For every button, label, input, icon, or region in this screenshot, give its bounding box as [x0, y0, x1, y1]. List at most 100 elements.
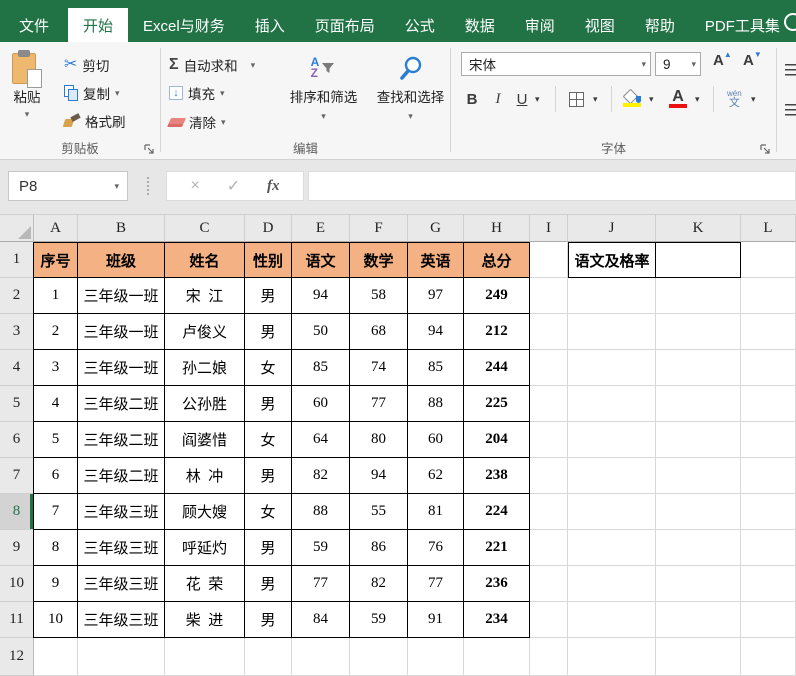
cell-B11[interactable]: 三年级三班 [78, 602, 165, 638]
cell-L1[interactable] [741, 242, 796, 278]
cell-L5[interactable] [741, 386, 796, 422]
name-box[interactable]: P8 ▾ [8, 171, 128, 201]
cell-D4[interactable]: 女 [245, 350, 292, 386]
cell-C7[interactable]: 林 冲 [165, 458, 245, 494]
phonetic-guide-button[interactable]: wén 文 [727, 86, 742, 112]
cell-J6[interactable] [568, 422, 656, 458]
cell-K7[interactable] [656, 458, 741, 494]
ribbon-tab-审阅[interactable]: 审阅 [510, 8, 570, 42]
ribbon-tab-Excel与财务[interactable]: Excel与财务 [128, 8, 240, 42]
column-header-E[interactable]: E [292, 215, 350, 242]
cell-E2[interactable]: 94 [292, 278, 350, 314]
sort-filter-dropdown-arrow[interactable]: ▾ [321, 112, 326, 121]
cell-L7[interactable] [741, 458, 796, 494]
cell-C6[interactable]: 阎婆惜 [165, 422, 245, 458]
cell-I1[interactable] [530, 242, 568, 278]
cell-F3[interactable]: 68 [350, 314, 408, 350]
cell-F9[interactable]: 86 [350, 530, 408, 566]
clear-button[interactable]: 清除 ▾ [169, 112, 226, 132]
cell-B8[interactable]: 三年级三班 [78, 494, 165, 530]
paste-dropdown-arrow[interactable]: ▾ [25, 110, 30, 119]
ribbon-tab-帮助[interactable]: 帮助 [630, 8, 690, 42]
clipboard-dialog-launcher[interactable] [144, 144, 155, 155]
cell-D3[interactable]: 男 [245, 314, 292, 350]
cell-I3[interactable] [530, 314, 568, 350]
cell-D6[interactable]: 女 [245, 422, 292, 458]
cell-J9[interactable] [568, 530, 656, 566]
cell-J10[interactable] [568, 566, 656, 602]
cell-L10[interactable] [741, 566, 796, 602]
cell-B5[interactable]: 三年级二班 [78, 386, 165, 422]
cell-H12[interactable] [464, 638, 530, 676]
cell-E5[interactable]: 60 [292, 386, 350, 422]
cell-A6[interactable]: 5 [33, 422, 78, 458]
cell-H1[interactable]: 总分 [464, 242, 530, 278]
font-color-button[interactable]: A [669, 86, 687, 112]
cell-B4[interactable]: 三年级一班 [78, 350, 165, 386]
row-header-9[interactable]: 9 [0, 530, 34, 566]
cell-I11[interactable] [530, 602, 568, 638]
cell-I9[interactable] [530, 530, 568, 566]
cell-G4[interactable]: 85 [408, 350, 464, 386]
insert-function-icon[interactable]: fx [267, 178, 280, 195]
format-painter-button[interactable]: 格式刷 [64, 111, 126, 131]
autosum-button[interactable]: Σ 自动求和 ▾ [169, 55, 255, 75]
cell-C3[interactable]: 卢俊义 [165, 314, 245, 350]
cell-K9[interactable] [656, 530, 741, 566]
cell-I10[interactable] [530, 566, 568, 602]
font-dialog-launcher[interactable] [760, 144, 771, 155]
cell-J2[interactable] [568, 278, 656, 314]
cell-K11[interactable] [656, 602, 741, 638]
cell-H3[interactable]: 212 [464, 314, 530, 350]
cancel-icon[interactable]: × [190, 177, 199, 195]
paste-button[interactable]: 粘贴 ▾ [12, 50, 42, 119]
cell-B3[interactable]: 三年级一班 [78, 314, 165, 350]
cell-J11[interactable] [568, 602, 656, 638]
borders-button[interactable] [569, 86, 584, 112]
cell-A9[interactable]: 8 [33, 530, 78, 566]
find-select-dropdown-arrow[interactable]: ▾ [408, 112, 413, 121]
cell-C4[interactable]: 孙二娘 [165, 350, 245, 386]
cell-D12[interactable] [245, 638, 292, 676]
cell-B7[interactable]: 三年级二班 [78, 458, 165, 494]
cell-G2[interactable]: 97 [408, 278, 464, 314]
cell-G12[interactable] [408, 638, 464, 676]
cell-C9[interactable]: 呼延灼 [165, 530, 245, 566]
ribbon-tab-插入[interactable]: 插入 [240, 8, 300, 42]
row-header-4[interactable]: 4 [0, 350, 34, 386]
underline-dropdown-arrow[interactable]: ▾ [535, 86, 540, 112]
name-box-dropdown-arrow[interactable]: ▾ [114, 182, 119, 191]
cell-J7[interactable] [568, 458, 656, 494]
cell-H7[interactable]: 238 [464, 458, 530, 494]
cell-E1[interactable]: 语文 [292, 242, 350, 278]
cell-H2[interactable]: 249 [464, 278, 530, 314]
ribbon-tab-数据[interactable]: 数据 [450, 8, 510, 42]
cell-B12[interactable] [78, 638, 165, 676]
cell-I5[interactable] [530, 386, 568, 422]
cell-F7[interactable]: 94 [350, 458, 408, 494]
find-select-button[interactable]: 查找和选择 ▾ [373, 50, 448, 121]
column-header-A[interactable]: A [34, 215, 78, 242]
cell-J8[interactable] [568, 494, 656, 530]
cell-G5[interactable]: 88 [408, 386, 464, 422]
row-header-11[interactable]: 11 [0, 602, 34, 638]
increase-font-size-button[interactable]: A▲ [713, 52, 732, 69]
italic-button[interactable]: I [491, 86, 505, 112]
column-header-C[interactable]: C [165, 215, 245, 242]
cell-D10[interactable]: 男 [245, 566, 292, 602]
cell-F6[interactable]: 80 [350, 422, 408, 458]
cell-A4[interactable]: 3 [33, 350, 78, 386]
column-header-K[interactable]: K [656, 215, 741, 242]
cell-J5[interactable] [568, 386, 656, 422]
cell-E12[interactable] [292, 638, 350, 676]
cell-C8[interactable]: 顾大嫂 [165, 494, 245, 530]
formula-bar-resize-handle[interactable] [147, 177, 149, 195]
cell-A10[interactable]: 9 [33, 566, 78, 602]
cut-button[interactable]: ✂ 剪切 [64, 55, 109, 75]
column-header-G[interactable]: G [408, 215, 464, 242]
cell-F11[interactable]: 59 [350, 602, 408, 638]
ribbon-tab-开始[interactable]: 开始 [68, 8, 128, 42]
ribbon-tab-公式[interactable]: 公式 [390, 8, 450, 42]
cell-G9[interactable]: 76 [408, 530, 464, 566]
cell-K10[interactable] [656, 566, 741, 602]
